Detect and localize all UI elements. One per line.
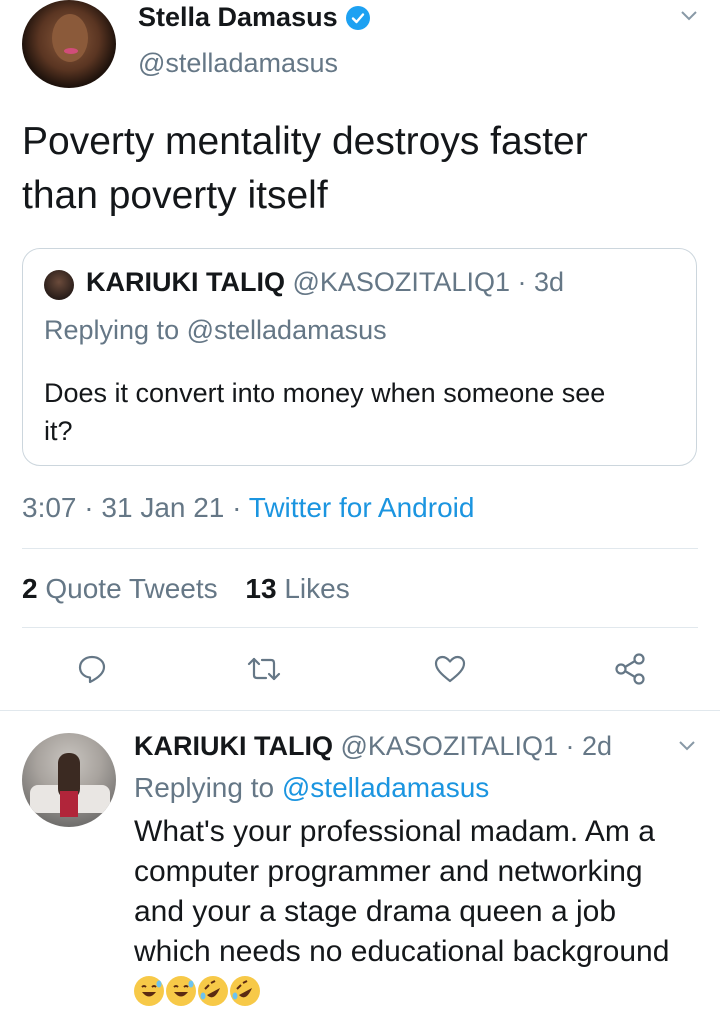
chevron-down-icon[interactable] — [676, 734, 698, 761]
rolling-on-floor-laughing-icon — [230, 976, 260, 1006]
quoted-author-handle: @KASOZITALIQ1 — [292, 267, 510, 297]
tweet-text-line: than poverty itself — [22, 174, 328, 217]
reply-text-line: computer programmer and networking — [134, 855, 643, 888]
reply-replying-to: Replying to @stelladamasus — [134, 772, 489, 804]
reply-text-line: which needs no educational background — [134, 935, 670, 968]
reply-text-line: What's your professional madam. Am a — [134, 815, 655, 848]
avatar-face — [52, 14, 88, 62]
share-icon[interactable] — [610, 649, 650, 689]
tweet-source-link[interactable]: Twitter for Android — [249, 492, 475, 523]
divider — [22, 548, 698, 549]
replying-handle-link[interactable]: @stelladamasus — [282, 772, 489, 803]
tweet-meta: 3:07 · 31 Jan 21 · Twitter for Android — [22, 492, 474, 524]
avatar-detail — [60, 791, 78, 817]
grinning-sweat-face-icon — [166, 976, 196, 1006]
grinning-sweat-face-icon — [134, 976, 164, 1006]
quoted-replying-to: Replying to @stelladamasus — [44, 315, 387, 346]
quoted-author-name: KARIUKI TALIQ — [86, 267, 285, 297]
tweet-stats: 2 Quote Tweets 13 Likes — [22, 573, 350, 605]
tweet-text-line: Poverty mentality destroys faster — [22, 120, 588, 163]
author-name-row: Stella Damasus — [138, 2, 370, 33]
quoted-author-avatar — [44, 270, 74, 300]
rolling-on-floor-laughing-icon — [198, 976, 228, 1006]
replying-handle: @stelladamasus — [186, 315, 387, 345]
reply-emoji-row — [134, 976, 262, 1006]
quoted-text-line: Does it convert into money when someone … — [44, 378, 606, 408]
retweet-icon[interactable] — [244, 649, 284, 689]
reply-icon[interactable] — [72, 649, 112, 689]
heart-icon[interactable] — [430, 649, 470, 689]
divider — [22, 627, 698, 628]
like-label: Likes — [284, 573, 350, 604]
chevron-down-icon[interactable] — [678, 4, 700, 32]
separator-dot: · — [84, 492, 94, 523]
tweet-time: 3:07 — [22, 492, 77, 523]
reply-text-line: and your a stage drama queen a job — [134, 895, 617, 928]
reply-header: KARIUKI TALIQ @KASOZITALIQ1 · 2d — [134, 731, 612, 762]
reply-author-avatar[interactable] — [22, 733, 116, 827]
likes-stat[interactable]: 13 Likes — [245, 573, 349, 604]
like-count: 13 — [245, 573, 277, 604]
author-name[interactable]: Stella Damasus — [138, 2, 338, 33]
quoted-text-line: it? — [44, 416, 73, 446]
verified-badge-icon — [345, 5, 370, 30]
reply-author-handle[interactable]: @KASOZITALIQ1 — [341, 731, 558, 761]
reply-author-name[interactable]: KARIUKI TALIQ — [134, 731, 333, 761]
author-handle[interactable]: @stelladamasus — [138, 48, 338, 79]
separator-dot: · — [232, 492, 242, 523]
divider — [0, 710, 720, 711]
replying-prefix: Replying to — [134, 772, 275, 803]
quoted-header: KARIUKI TALIQ @KASOZITALIQ1 · 3d — [86, 267, 564, 298]
quote-count: 2 — [22, 573, 38, 604]
replying-prefix: Replying to — [44, 315, 180, 345]
quoted-age: 3d — [534, 267, 565, 297]
tweet-date: 31 Jan 21 — [101, 492, 225, 523]
author-avatar[interactable] — [22, 0, 116, 88]
separator-dot: · — [565, 731, 575, 761]
reply-age: 2d — [582, 731, 613, 761]
separator-dot: · — [517, 267, 527, 297]
quote-label: Quote Tweets — [45, 573, 218, 604]
quote-tweets-stat[interactable]: 2 Quote Tweets — [22, 573, 218, 604]
avatar-detail — [64, 48, 78, 54]
